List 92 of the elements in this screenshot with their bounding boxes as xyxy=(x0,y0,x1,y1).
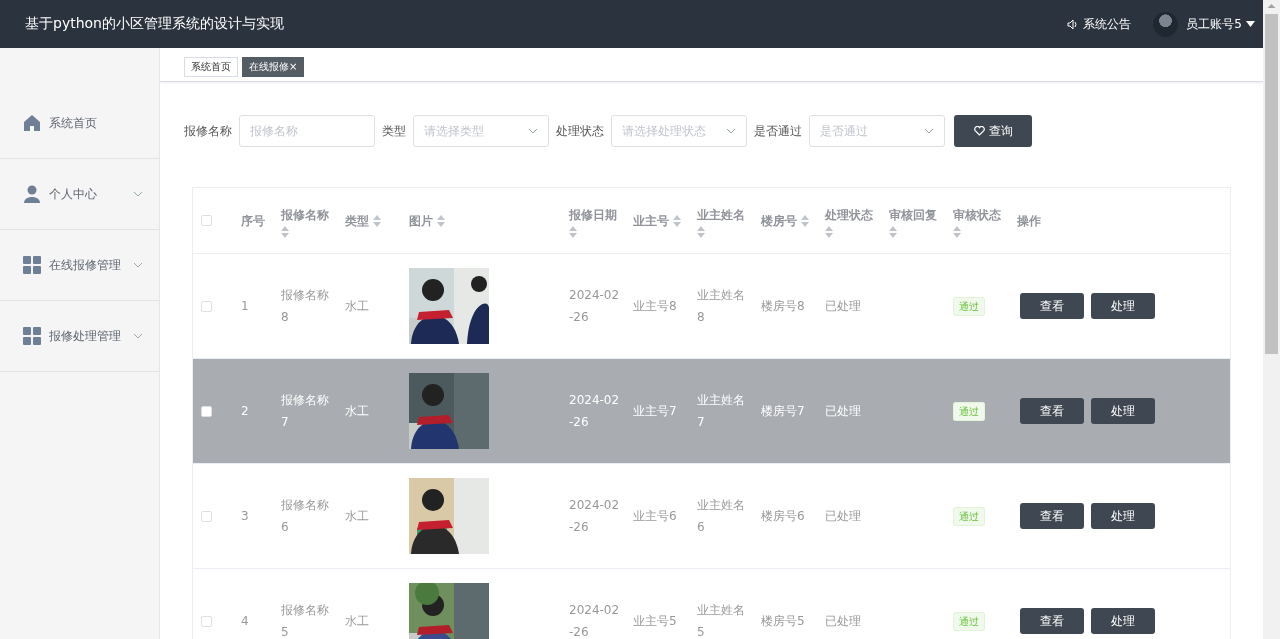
sort-icon xyxy=(953,225,961,238)
caret-icon[interactable] xyxy=(1246,21,1255,27)
chevron-icon xyxy=(726,128,736,134)
grid-icon xyxy=(23,256,41,274)
table-cell-text: 报修名称7 xyxy=(281,392,330,431)
table-cell-text: 业主号8 xyxy=(633,298,678,315)
table-cell-text: 水工 xyxy=(345,508,370,525)
table-cell-text: 业主号5 xyxy=(633,613,678,630)
user-name[interactable]: 员工账号5 xyxy=(1186,15,1242,33)
checkbox[interactable] xyxy=(201,300,212,312)
filter-label: 处理状态 xyxy=(556,122,604,140)
table-cell-text: 2 xyxy=(241,403,250,420)
checkbox[interactable] xyxy=(201,215,212,226)
sort-icon xyxy=(889,225,897,238)
table-cell-text: 业主姓名8 xyxy=(697,287,746,326)
table-cell-text: 水工 xyxy=(345,298,370,315)
status-badge: 通过 xyxy=(953,611,985,631)
table-cell-text: 1 xyxy=(241,298,250,315)
sort-icon xyxy=(569,225,577,238)
action-button[interactable]: 处理 xyxy=(1091,398,1155,424)
sidebar-item[interactable]: 系统首页 xyxy=(0,88,159,159)
table-cell-text: 报修名称8 xyxy=(281,287,330,326)
chevron-icon xyxy=(133,262,143,268)
scrollbar-thumb[interactable] xyxy=(1265,14,1278,354)
filter-label: 报修名称 xyxy=(184,122,232,140)
action-button[interactable]: 处理 xyxy=(1091,293,1155,319)
table-cell-text: 已处理 xyxy=(825,403,862,420)
chevron-icon xyxy=(528,128,538,134)
sidebar-item[interactable]: 报修处理管理 xyxy=(0,301,159,372)
home-icon xyxy=(23,114,41,132)
action-button[interactable]: 处理 xyxy=(1091,503,1155,529)
sort-icon xyxy=(281,225,289,238)
filter-label: 是否通过 xyxy=(754,122,802,140)
action-button[interactable]: 查看 xyxy=(1020,503,1084,529)
table-cell-text: 楼房号5 xyxy=(761,613,806,630)
status-badge: 通过 xyxy=(953,296,985,316)
table-cell-text: 4 xyxy=(241,613,250,630)
table-cell-text: 水工 xyxy=(345,613,370,630)
checkbox[interactable] xyxy=(201,405,212,417)
status-badge: 通过 xyxy=(953,506,985,526)
chevron-icon xyxy=(133,333,143,339)
action-button[interactable]: 查看 xyxy=(1020,398,1084,424)
column-header: 序号 xyxy=(241,212,265,230)
heart-icon xyxy=(973,126,985,136)
table-cell-text: 报修名称5 xyxy=(281,602,330,639)
table-cell-text: 已处理 xyxy=(825,613,862,630)
sort-icon xyxy=(373,214,381,227)
speaker-icon xyxy=(1067,18,1079,30)
sort-icon xyxy=(673,214,681,227)
action-button[interactable]: 查看 xyxy=(1020,608,1084,634)
action-button[interactable]: 处理 xyxy=(1091,608,1155,634)
status-badge: 通过 xyxy=(953,401,985,421)
checkbox[interactable] xyxy=(201,510,212,522)
table-cell-text: 2024-02-26 xyxy=(569,497,621,536)
user-icon xyxy=(23,185,41,203)
table-cell-text: 业主号7 xyxy=(633,403,678,420)
sidebar-item[interactable]: 个人中心 xyxy=(0,159,159,230)
table-cell-text: 2024-02-26 xyxy=(569,287,621,326)
tab[interactable]: 在线报修× xyxy=(242,56,305,77)
sort-icon xyxy=(437,214,445,227)
chevron-icon xyxy=(133,191,143,197)
app-title: 基于python的小区管理系统的设计与实现 xyxy=(25,15,285,33)
tab[interactable]: 系统首页 xyxy=(184,56,238,77)
search-button[interactable]: 查询 xyxy=(954,115,1032,147)
table-cell-text: 水工 xyxy=(345,403,370,420)
action-button[interactable]: 查看 xyxy=(1020,293,1084,319)
table-row[interactable]: 2 报修名称7 水工 2024-02-26 业主号7 业主姓名7 楼房号7 已处理 通过 查看 处理 xyxy=(193,359,1230,464)
table-cell-text: 楼房号8 xyxy=(761,298,806,315)
table-cell-text: 楼房号7 xyxy=(761,403,806,420)
checkbox[interactable] xyxy=(201,615,212,627)
table-cell-text: 楼房号6 xyxy=(761,508,806,525)
sidebar-item[interactable]: 在线报修管理 xyxy=(0,230,159,301)
sort-icon xyxy=(697,225,705,238)
column-header: 操作 xyxy=(1017,212,1041,230)
notice-link[interactable]: 系统公告 xyxy=(1067,15,1132,33)
filter-label: 类型 xyxy=(382,122,406,140)
sort-icon xyxy=(825,225,833,238)
table-cell-text: 已处理 xyxy=(825,298,862,315)
table-cell-text: 2024-02-26 xyxy=(569,392,621,431)
chevron-icon xyxy=(924,128,934,134)
table-cell-text: 报修名称6 xyxy=(281,497,330,536)
table-cell-text: 业主姓名7 xyxy=(697,392,746,431)
table-cell-text: 2024-02-26 xyxy=(569,602,621,639)
table-cell-text: 业主号6 xyxy=(633,508,678,525)
sort-icon xyxy=(801,214,809,227)
grid-icon xyxy=(23,327,41,345)
avatar[interactable] xyxy=(1153,11,1179,37)
table-cell-text: 3 xyxy=(241,508,250,525)
input-field[interactable]: 报修名称 xyxy=(239,115,375,147)
table-cell-text: 业主姓名5 xyxy=(697,602,746,639)
table-cell-text: 已处理 xyxy=(825,508,862,525)
table-cell-text: 业主姓名6 xyxy=(697,497,746,536)
